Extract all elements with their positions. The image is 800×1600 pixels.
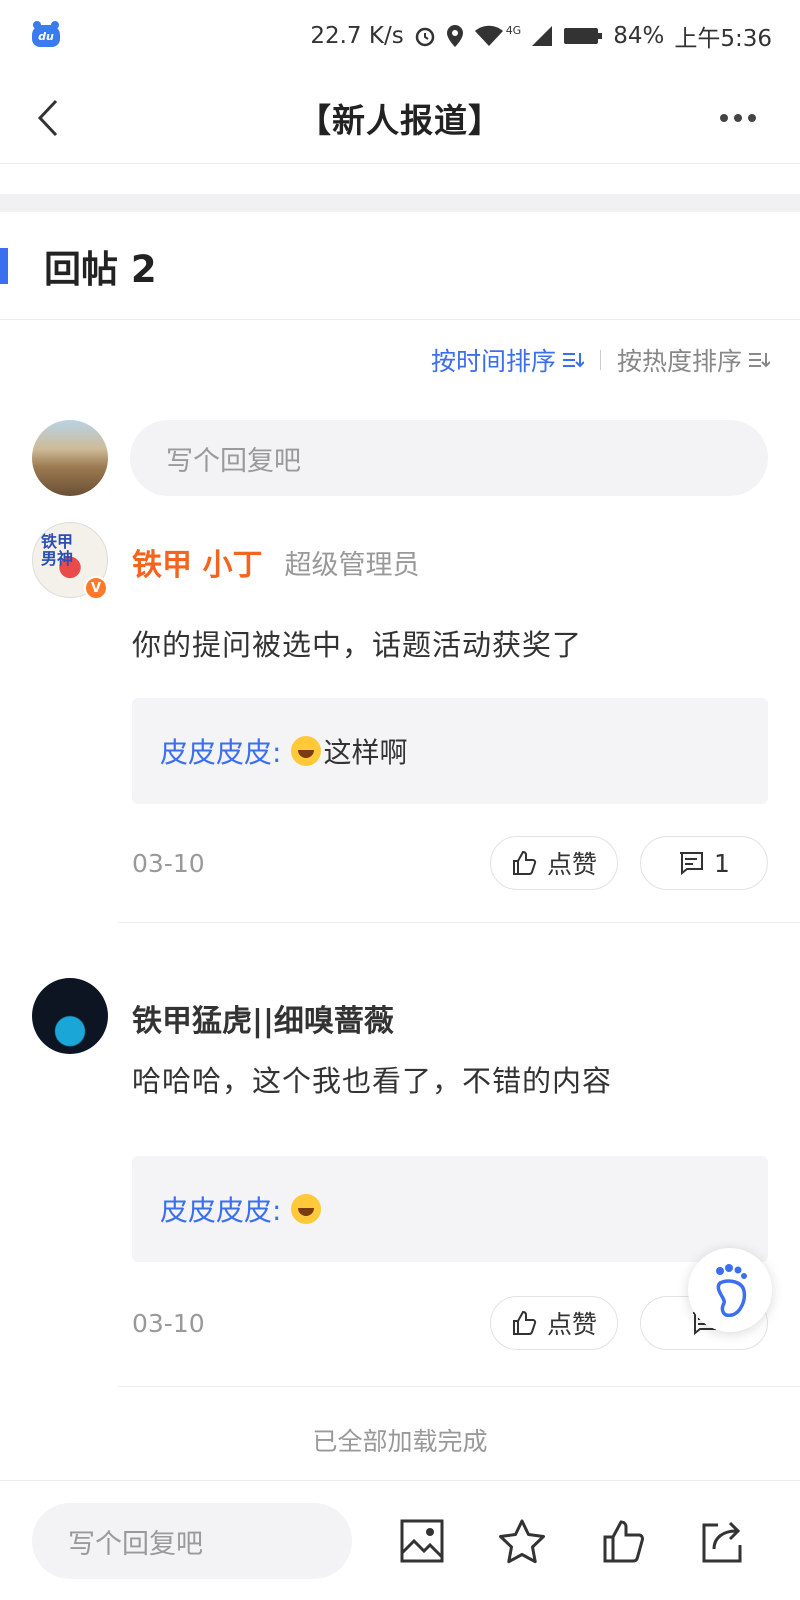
comment-date: 03-10 [132,1308,205,1338]
comment-text: 哈哈哈，这个我也看了，不错的内容 [132,1064,613,1098]
footprint-icon [716,1264,747,1317]
favorite-button[interactable] [498,1517,546,1565]
comment-icon [680,852,704,876]
status-right: 22.7 K/s 4G 84% 上午5:36 [310,19,772,53]
comment-date: 03-10 [132,848,205,878]
sort-icon [562,353,584,368]
comment-item: 铁甲猛虎||细嗅蔷薇 哈哈哈，这个我也看了，不错的内容 皮皮皮皮: 03-10 … [0,978,800,1388]
comment-footer: 03-10 点赞 [132,1296,768,1350]
comment-username[interactable]: 铁甲 小丁 [132,540,262,584]
sort-row: 按时间排序 按热度排序 [431,336,770,384]
thumbs-up-icon [603,1520,644,1563]
reply-input-placeholder: 写个回复吧 [166,445,301,477]
section-gap [0,194,800,212]
image-icon [400,1519,444,1563]
laugh-emoji-icon [291,736,322,766]
sort-by-heat-button[interactable]: 按热度排序 [617,342,770,378]
more-dot-icon [734,114,742,122]
back-button[interactable] [28,94,68,142]
network-type: 4G [505,23,522,37]
accent-bar [0,248,8,284]
location-icon [446,24,464,48]
comment-header: 铁甲猛虎||细嗅蔷薇 [132,996,394,1040]
comment-text: 你的提问被选中，话题活动获奖了 [132,628,583,662]
sub-reply-box[interactable]: 皮皮皮皮: 这样啊 [132,698,768,804]
sort-icon [749,353,770,368]
grin-emoji-icon [291,1194,322,1224]
image-button[interactable] [398,1517,446,1565]
avatar[interactable] [32,978,108,1054]
footprint-button[interactable] [688,1248,772,1332]
bottom-reply-input[interactable]: 写个回复吧 [32,1503,352,1579]
avatar-text: 铁甲 男神 [41,532,74,568]
divider [118,1386,800,1387]
reply-input[interactable]: 写个回复吧 [130,420,768,496]
clock: 上午5:36 [674,26,772,52]
user-role-badge: 超级管理员 [284,549,420,581]
sub-reply-box[interactable]: 皮皮皮皮: [132,1156,768,1262]
battery-icon [563,26,603,46]
share-icon [702,1521,742,1563]
comment-username[interactable]: 铁甲猛虎||细嗅蔷薇 [132,996,394,1040]
comment-header: 铁甲 小丁 超级管理员 [132,540,419,584]
signal-icon [531,25,553,47]
thumbs-up-icon [512,1310,537,1335]
share-button[interactable] [698,1517,746,1565]
reply-count-button[interactable]: 1 [640,836,768,890]
page-title: 【新人报道】 [298,100,502,140]
like-button[interactable]: 点赞 [490,836,618,890]
like-label: 点赞 [546,850,597,879]
like-post-button[interactable] [600,1517,648,1565]
replies-header: 回帖 2 [0,212,800,320]
sort-by-time-button[interactable]: 按时间排序 [431,342,584,378]
verified-badge-label: V [90,580,102,596]
app-badge-label: du [38,29,54,43]
comment-footer: 03-10 点赞 1 [132,836,768,890]
sub-reply-username[interactable]: 皮皮皮皮: [160,1189,281,1229]
like-label: 点赞 [546,1310,597,1339]
wifi-icon [474,25,504,47]
more-dot-icon [748,114,756,122]
reply-count: 1 [714,848,730,878]
nav-bar: 【新人报道】 [0,72,800,164]
comment-item: 铁甲 男神 V 铁甲 小丁 超级管理员 你的提问被选中，话题活动获奖了 皮皮皮皮:… [0,522,800,924]
network-speed: 22.7 K/s [310,23,404,49]
compose-row: 写个回复吧 [32,420,768,496]
verified-badge-icon: V [84,576,108,600]
more-dot-icon [720,114,728,122]
chevron-left-icon [37,99,58,137]
more-button[interactable] [710,96,766,140]
load-complete-text: 已全部加载完成 [312,1427,488,1456]
divider [118,922,800,923]
sort-by-time-label: 按时间排序 [430,347,556,376]
sort-divider [599,350,601,370]
app-badge-icon: du [32,21,60,47]
replies-title: 回帖 2 [44,247,157,291]
sort-by-heat-label: 按热度排序 [616,347,742,376]
status-bar: du 22.7 K/s 4G 84% 上午5:36 [0,0,800,72]
star-icon [499,1519,545,1564]
sub-reply-text: 这样啊 [323,736,408,769]
alarm-icon [414,25,436,47]
like-button[interactable]: 点赞 [490,1296,618,1350]
sub-reply-username[interactable]: 皮皮皮皮: [160,731,281,771]
bottom-bar: 写个回复吧 [0,1480,800,1600]
battery-percent: 84% [613,23,665,49]
bottom-reply-placeholder: 写个回复吧 [68,1528,203,1560]
thumbs-up-icon [512,850,537,875]
avatar[interactable] [32,420,108,496]
